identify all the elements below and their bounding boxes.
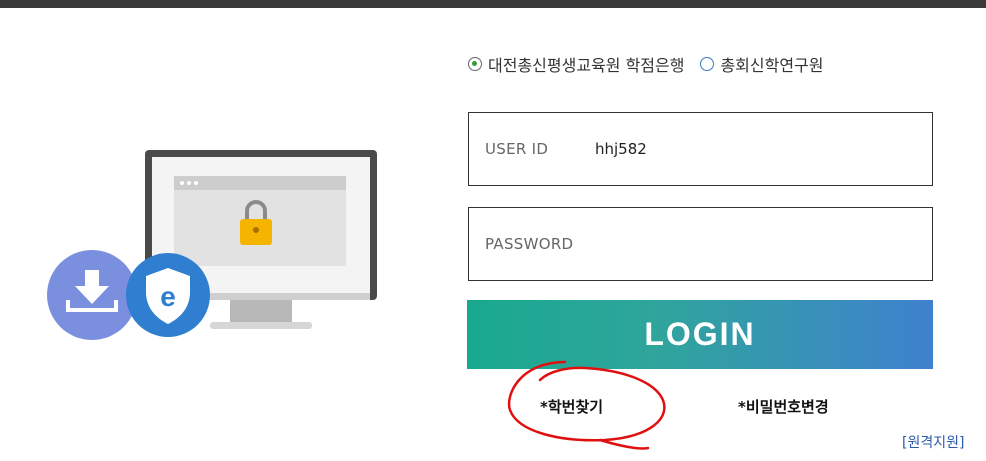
radio-institution-2[interactable] xyxy=(700,57,715,71)
user-id-value[interactable]: hhj582 xyxy=(595,140,647,158)
top-border-bar xyxy=(0,0,986,8)
password-field[interactable]: PASSWORD xyxy=(468,207,933,281)
shield-letter: e xyxy=(160,281,176,312)
find-student-id-link[interactable]: *학번찾기 xyxy=(540,396,603,417)
password-label: PASSWORD xyxy=(485,235,574,253)
remote-support-link[interactable]: [원격지원] xyxy=(902,432,964,452)
login-button[interactable]: LOGIN xyxy=(467,300,933,369)
user-id-label: USER ID xyxy=(485,140,549,158)
change-password-link[interactable]: *비밀번호변경 xyxy=(738,396,829,417)
radio-institution-2-label[interactable]: 총회신학연구원 xyxy=(720,52,823,76)
radio-institution-1-label[interactable]: 대전총신평생교육원 학점은행 xyxy=(488,52,684,76)
security-illustration: e xyxy=(47,150,377,340)
institution-selector: 대전총신평생교육원 학점은행 총회신학연구원 xyxy=(468,52,834,76)
download-icon xyxy=(47,250,137,340)
e-shield-icon: e xyxy=(126,253,210,337)
radio-institution-1[interactable] xyxy=(468,57,482,71)
user-id-field[interactable]: USER ID hhj582 xyxy=(468,112,933,186)
